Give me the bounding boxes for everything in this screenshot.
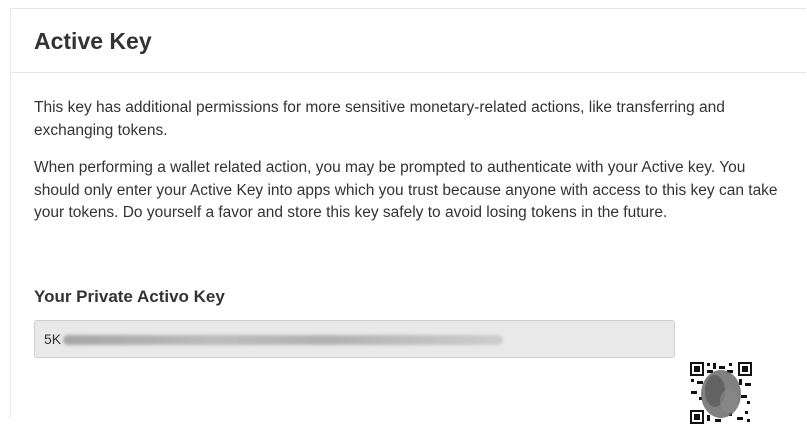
private-key-label: Your Private Activo Key: [34, 287, 225, 306]
page-title: Active Key: [34, 28, 152, 54]
private-key-field[interactable]: [34, 320, 675, 358]
redaction-blur: [63, 335, 503, 345]
card-header: Active Key: [11, 9, 806, 73]
active-key-card: Active Key This key has additional permi…: [10, 8, 806, 425]
qr-code-icon[interactable]: [689, 361, 753, 425]
description-paragraph-2: When performing a wallet related action,…: [34, 159, 778, 221]
description-paragraph-1: This key has additional permissions for …: [34, 99, 725, 139]
